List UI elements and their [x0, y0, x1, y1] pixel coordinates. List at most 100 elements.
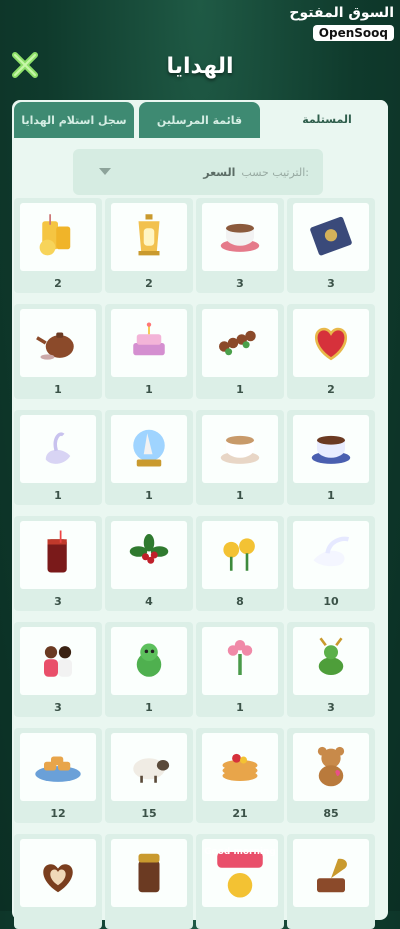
gift-item[interactable]: 21 — [196, 728, 284, 823]
gift-tile — [293, 733, 369, 801]
gift-tile — [20, 627, 96, 695]
holly-berries-icon — [129, 534, 169, 564]
heart-jewel-icon — [315, 327, 347, 361]
gift-tile — [20, 203, 96, 271]
gift-item[interactable]: 4 — [105, 516, 193, 611]
gift-count: 8 — [236, 595, 244, 608]
gift-item[interactable]: 1 — [105, 410, 193, 505]
cola-drink-icon — [47, 530, 67, 573]
gift-tile — [202, 521, 278, 589]
gift-count: 1 — [145, 383, 153, 396]
gift-item[interactable]: 12 — [14, 728, 102, 823]
gift-count: 3 — [236, 277, 244, 290]
gift-count: 1 — [236, 701, 244, 714]
gift-item[interactable]: 3 — [196, 198, 284, 293]
gift-tile — [20, 521, 96, 589]
gift-item[interactable]: 1 — [196, 622, 284, 717]
gift-item[interactable]: 85 — [287, 728, 375, 823]
gift-tile — [111, 309, 187, 377]
teddy-bear-icon — [317, 746, 345, 787]
gift-caption: Good morning — [204, 847, 276, 857]
gift-tile — [293, 203, 369, 271]
gift-item[interactable]: 2 — [105, 198, 193, 293]
sheep-icon — [133, 758, 170, 783]
gift-item[interactable] — [105, 834, 193, 929]
gift-tile — [111, 521, 187, 589]
baby-dragon-icon — [136, 643, 162, 677]
gift-item[interactable]: 1 — [105, 622, 193, 717]
gift-count: 85 — [323, 807, 339, 820]
gifts-panel: سجل استلام الهدايا قائمة المرسلين المستل… — [12, 100, 388, 929]
coffee-cup-icon — [220, 223, 260, 252]
sort-value: السعر — [203, 165, 236, 179]
chevron-down-icon — [99, 168, 111, 175]
gift-item[interactable]: 3 — [287, 198, 375, 293]
gift-tile — [293, 309, 369, 377]
gift-item[interactable]: 1 — [14, 304, 102, 399]
tea-cup-icon — [311, 435, 351, 464]
tab-senders-list[interactable]: قائمة المرسلين — [139, 102, 260, 138]
header-bar: الهدايا — [0, 38, 400, 94]
lantern-icon — [138, 214, 160, 256]
sort-dropdown[interactable]: السعر الترتيب حسب: — [73, 149, 323, 195]
gift-item[interactable]: 3 — [14, 516, 102, 611]
chocolate-heart-icon — [43, 864, 73, 893]
gift-tile — [202, 203, 278, 271]
gift-item[interactable]: 3 — [287, 622, 375, 717]
birthday-cake-icon — [133, 322, 165, 356]
close-button[interactable] — [10, 50, 40, 80]
gift-item[interactable]: 1 — [196, 410, 284, 505]
gift-item[interactable]: 1 — [287, 410, 375, 505]
tab-gift-history[interactable]: سجل استلام الهدايا — [14, 102, 134, 138]
gift-tile — [202, 309, 278, 377]
watermark: السوق المفتوح OpenSooq — [289, 4, 394, 41]
gift-count: 1 — [54, 383, 62, 396]
gift-tile: Good morning — [202, 839, 278, 907]
close-icon — [12, 52, 38, 78]
page-title: الهدايا — [166, 53, 234, 79]
gift-count: 3 — [327, 701, 335, 714]
gift-tile — [202, 733, 278, 801]
gift-count: 10 — [323, 595, 339, 608]
gift-item[interactable]: 3 — [14, 622, 102, 717]
gift-item[interactable]: Good morning — [196, 834, 284, 929]
gift-count: 3 — [327, 277, 335, 290]
gift-item[interactable]: 8 — [196, 516, 284, 611]
gift-count: 1 — [145, 701, 153, 714]
gift-count: 4 — [145, 595, 153, 608]
white-dove-icon — [313, 536, 350, 567]
quran-book-icon — [310, 216, 352, 256]
gift-count: 1 — [54, 489, 62, 502]
gift-count: 2 — [327, 383, 335, 396]
tab-received[interactable]: المستلمة — [266, 100, 388, 138]
reindeer-icon — [318, 637, 344, 675]
tab-bar: سجل استلام الهدايا قائمة المرسلين المستل… — [12, 100, 388, 140]
gift-item[interactable]: 1 — [105, 304, 193, 399]
gift-item[interactable]: 2 — [287, 304, 375, 399]
gift-count: 12 — [50, 807, 66, 820]
gift-tile — [202, 415, 278, 483]
sort-label: الترتيب حسب: — [241, 165, 309, 179]
gift-tile — [111, 839, 187, 907]
gift-count: 15 — [141, 807, 157, 820]
gift-item[interactable] — [14, 834, 102, 929]
couple-hug-icon — [44, 646, 72, 677]
gift-tile — [111, 627, 187, 695]
cappuccino-icon — [220, 435, 260, 464]
gift-tile — [20, 839, 96, 907]
gift-count: 3 — [54, 595, 62, 608]
gift-count: 2 — [145, 277, 153, 290]
gift-item[interactable]: 1 — [196, 304, 284, 399]
gift-count: 1 — [236, 383, 244, 396]
gramophone-icon — [317, 858, 347, 893]
gift-item[interactable]: 10 — [287, 516, 375, 611]
gift-count: 3 — [54, 701, 62, 714]
watermark-brand: OpenSooq — [312, 25, 394, 41]
pancake-stack-icon — [222, 753, 258, 781]
gift-count: 1 — [327, 489, 335, 502]
gift-item[interactable]: 15 — [105, 728, 193, 823]
gift-item[interactable]: 2 — [14, 198, 102, 293]
gift-tile — [111, 733, 187, 801]
gift-item[interactable]: 1 — [14, 410, 102, 505]
gift-item[interactable] — [287, 834, 375, 929]
